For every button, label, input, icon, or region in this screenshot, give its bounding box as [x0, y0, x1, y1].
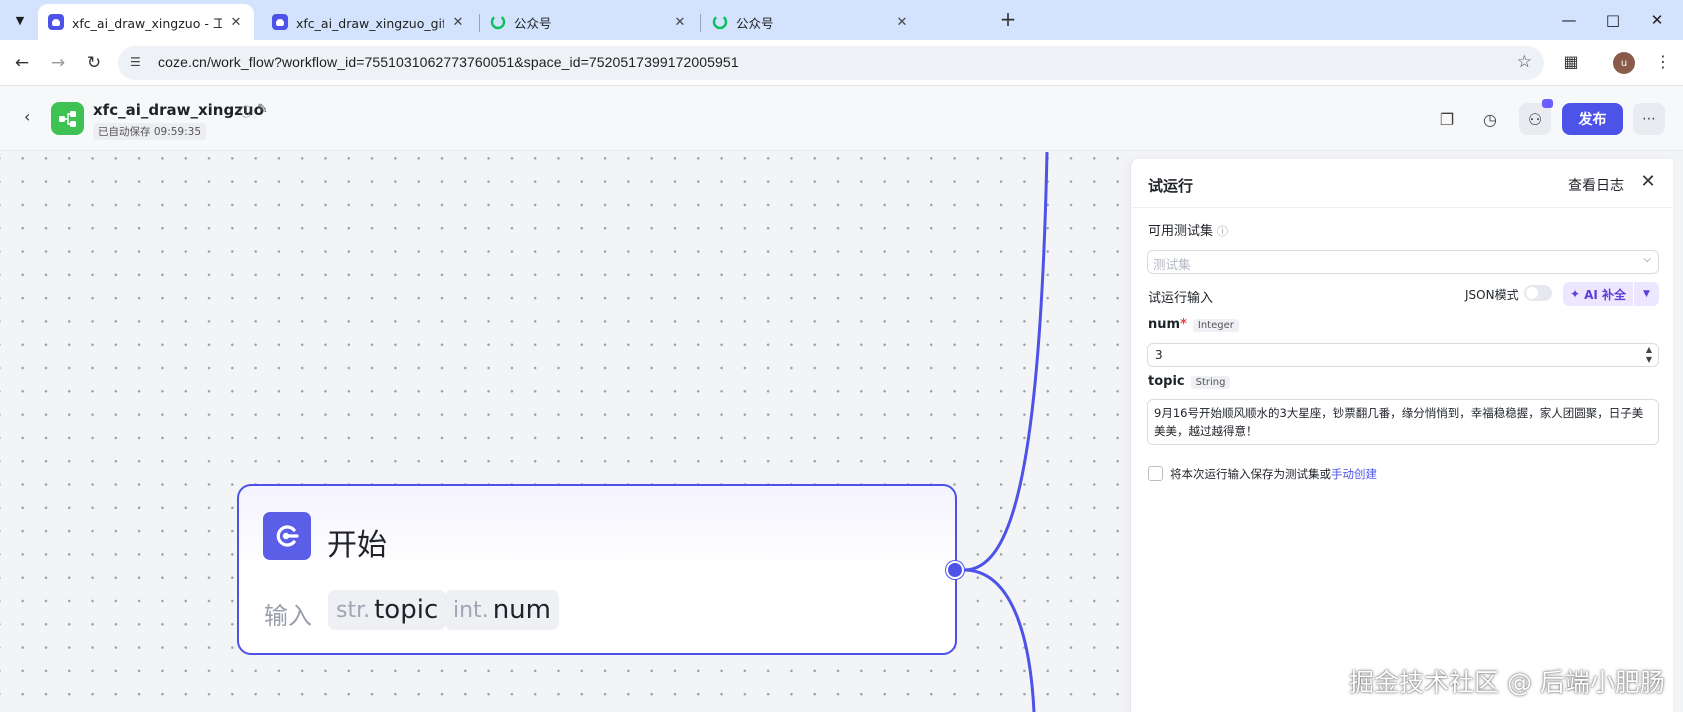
maximize-button[interactable]: □: [1599, 6, 1627, 34]
chevron-left-icon[interactable]: ‹: [24, 107, 40, 126]
close-icon[interactable]: ✕: [672, 15, 688, 30]
new-tab-button[interactable]: +: [996, 7, 1020, 31]
reload-icon[interactable]: ↻: [81, 50, 107, 76]
close-icon[interactable]: ✕: [894, 15, 910, 30]
workflow-logo-icon: [51, 102, 84, 135]
extensions-icon[interactable]: ▦: [1560, 52, 1582, 71]
info-icon[interactable]: ⓘ: [1217, 225, 1228, 238]
browser-tab-strip: ▼ xfc_ai_draw_xingzuo - 工作流 ✕ xfc_ai_dra…: [0, 0, 1683, 40]
address-bar[interactable]: ☰ coze.cn/work_flow?workflow_id=75510310…: [118, 46, 1544, 80]
node-title: 开始: [327, 528, 387, 563]
param-chip-num: int. num: [445, 590, 559, 630]
type-tag: Integer: [1192, 319, 1239, 332]
edit-icon[interactable]: ✎: [257, 102, 268, 117]
wechat-gzh-icon: [490, 14, 506, 30]
num-value: 3: [1155, 348, 1163, 362]
topic-textarea[interactable]: 9月16号开始顺风顺水的3大星座，钞票翻几番，缘分悄悄到，幸福稳稳握，家人团圆聚…: [1147, 399, 1659, 445]
close-icon[interactable]: ✕: [450, 15, 466, 30]
testset-label-text: 可用测试集: [1148, 224, 1214, 239]
collaborators-button[interactable]: ⚇: [1519, 99, 1553, 135]
panel-header: 试运行 查看日志 ✕: [1131, 159, 1674, 208]
forward-arrow-icon[interactable]: →: [45, 50, 71, 76]
tab-title: xfc_ai_draw_xingzuo - 工作流: [72, 15, 222, 31]
edge-upper: [963, 152, 1049, 572]
param-chip-topic: str. topic: [328, 590, 447, 630]
chevron-down-icon: ⌵: [1643, 254, 1651, 265]
manual-create-link[interactable]: 手动创建: [1331, 467, 1377, 481]
tab-search-button[interactable]: ▼: [6, 6, 34, 34]
info-icon[interactable]: ⓘ: [240, 103, 252, 120]
back-arrow-icon[interactable]: ←: [9, 50, 35, 76]
testset-label: 可用测试集 ⓘ: [1148, 220, 1228, 239]
test-run-panel: 试运行 查看日志 ✕ 可用测试集 ⓘ 测试集 ⌵ 试运行输入 JSON模式 ✦ AI…: [1130, 159, 1674, 712]
field-name: num: [1148, 317, 1181, 332]
param-name: num: [492, 595, 551, 625]
ai-fill-dropdown[interactable]: ▼: [1634, 282, 1659, 306]
publish-button[interactable]: 发布: [1562, 103, 1623, 135]
browser-menu-icon[interactable]: ⋮: [1652, 52, 1674, 71]
topic-field-label: topic String: [1148, 374, 1231, 389]
url-text[interactable]: coze.cn/work_flow?workflow_id=7551031062…: [158, 54, 739, 70]
autosave-status: 已自动保存 09:59:35: [93, 123, 206, 140]
bookmark-star-icon[interactable]: ☆: [1517, 52, 1532, 72]
tab-separator: [700, 14, 701, 32]
workflow-canvas[interactable]: 开始 输入 str. topic int. num: [0, 152, 1130, 712]
tab-title: 公众号: [736, 15, 774, 31]
panel-title: 试运行: [1148, 177, 1194, 195]
coze-icon: [272, 14, 288, 30]
param-name: topic: [374, 595, 439, 625]
stepper-icon[interactable]: ▲ ▼: [1646, 345, 1652, 365]
field-name: topic: [1148, 374, 1185, 389]
avatar[interactable]: u: [1613, 52, 1635, 74]
more-options-icon[interactable]: ⋯: [1633, 103, 1665, 135]
testset-placeholder: 测试集: [1153, 257, 1191, 272]
ai-fill-button[interactable]: ✦ AI 补全: [1563, 282, 1633, 306]
workflow-title: xfc_ai_draw_xingzuo: [93, 101, 264, 119]
tab-title: xfc_ai_draw_xingzuo_gif - 工作: [296, 15, 444, 31]
param-type: int.: [453, 597, 489, 623]
ai-fill-label: AI 补全: [1584, 287, 1626, 302]
run-input-label: 试运行输入: [1148, 291, 1214, 306]
close-icon[interactable]: ✕: [1638, 171, 1658, 192]
sparkle-icon: ✦: [1570, 287, 1581, 301]
type-tag: String: [1190, 376, 1231, 389]
start-node-icon: [263, 512, 311, 560]
users-icon: ⚇: [1527, 109, 1543, 129]
coze-icon: [48, 14, 64, 30]
param-type: str.: [336, 597, 371, 623]
workflow-header: ‹ xfc_ai_draw_xingzuo ⓘ ✎ 已自动保存 09:59:35…: [0, 87, 1683, 151]
wechat-gzh-icon: [712, 14, 728, 30]
chevron-down-icon: ▼: [1643, 289, 1650, 299]
save-note-text: 将本次运行输入保存为测试集或: [1170, 467, 1331, 481]
start-node[interactable]: 开始 输入 str. topic int. num: [237, 484, 957, 655]
site-info-icon[interactable]: ☰: [130, 55, 141, 69]
edge-lower: [963, 568, 1036, 712]
watermark: 掘金技术社区 @ 后端小肥肠: [1349, 668, 1665, 697]
minimize-button[interactable]: —: [1555, 6, 1583, 34]
browser-tab-3[interactable]: 公众号 ✕: [480, 4, 698, 40]
view-log-button[interactable]: 查看日志: [1568, 175, 1624, 195]
testset-select[interactable]: 测试集 ⌵: [1147, 250, 1659, 274]
json-mode-toggle[interactable]: [1524, 285, 1552, 301]
num-input[interactable]: 3 ▲ ▼: [1147, 343, 1659, 367]
window-close-button[interactable]: ✕: [1643, 6, 1671, 34]
browser-tab-2[interactable]: xfc_ai_draw_xingzuo_gif - 工作 ✕: [262, 4, 476, 40]
save-testset-note: 将本次运行输入保存为测试集或手动创建: [1170, 466, 1377, 482]
json-mode-label: JSON模式: [1465, 288, 1519, 302]
browser-tab-1[interactable]: xfc_ai_draw_xingzuo - 工作流 ✕: [38, 4, 254, 40]
required-mark: *: [1180, 317, 1187, 332]
save-testset-checkbox[interactable]: [1148, 466, 1163, 481]
browser-tab-4[interactable]: 公众号 ✕: [702, 4, 920, 40]
copy-icon[interactable]: ❐: [1431, 103, 1463, 135]
num-field-label: num* Integer: [1148, 317, 1239, 332]
node-output-port[interactable]: [946, 561, 964, 579]
node-input-label: 输入: [264, 602, 312, 630]
history-icon[interactable]: ◷: [1474, 103, 1506, 135]
diamond-badge-icon: [1542, 99, 1553, 108]
tab-title: 公众号: [514, 15, 552, 31]
close-icon[interactable]: ✕: [228, 15, 244, 30]
browser-toolbar: ← → ↻ ☰ coze.cn/work_flow?workflow_id=75…: [0, 40, 1683, 86]
